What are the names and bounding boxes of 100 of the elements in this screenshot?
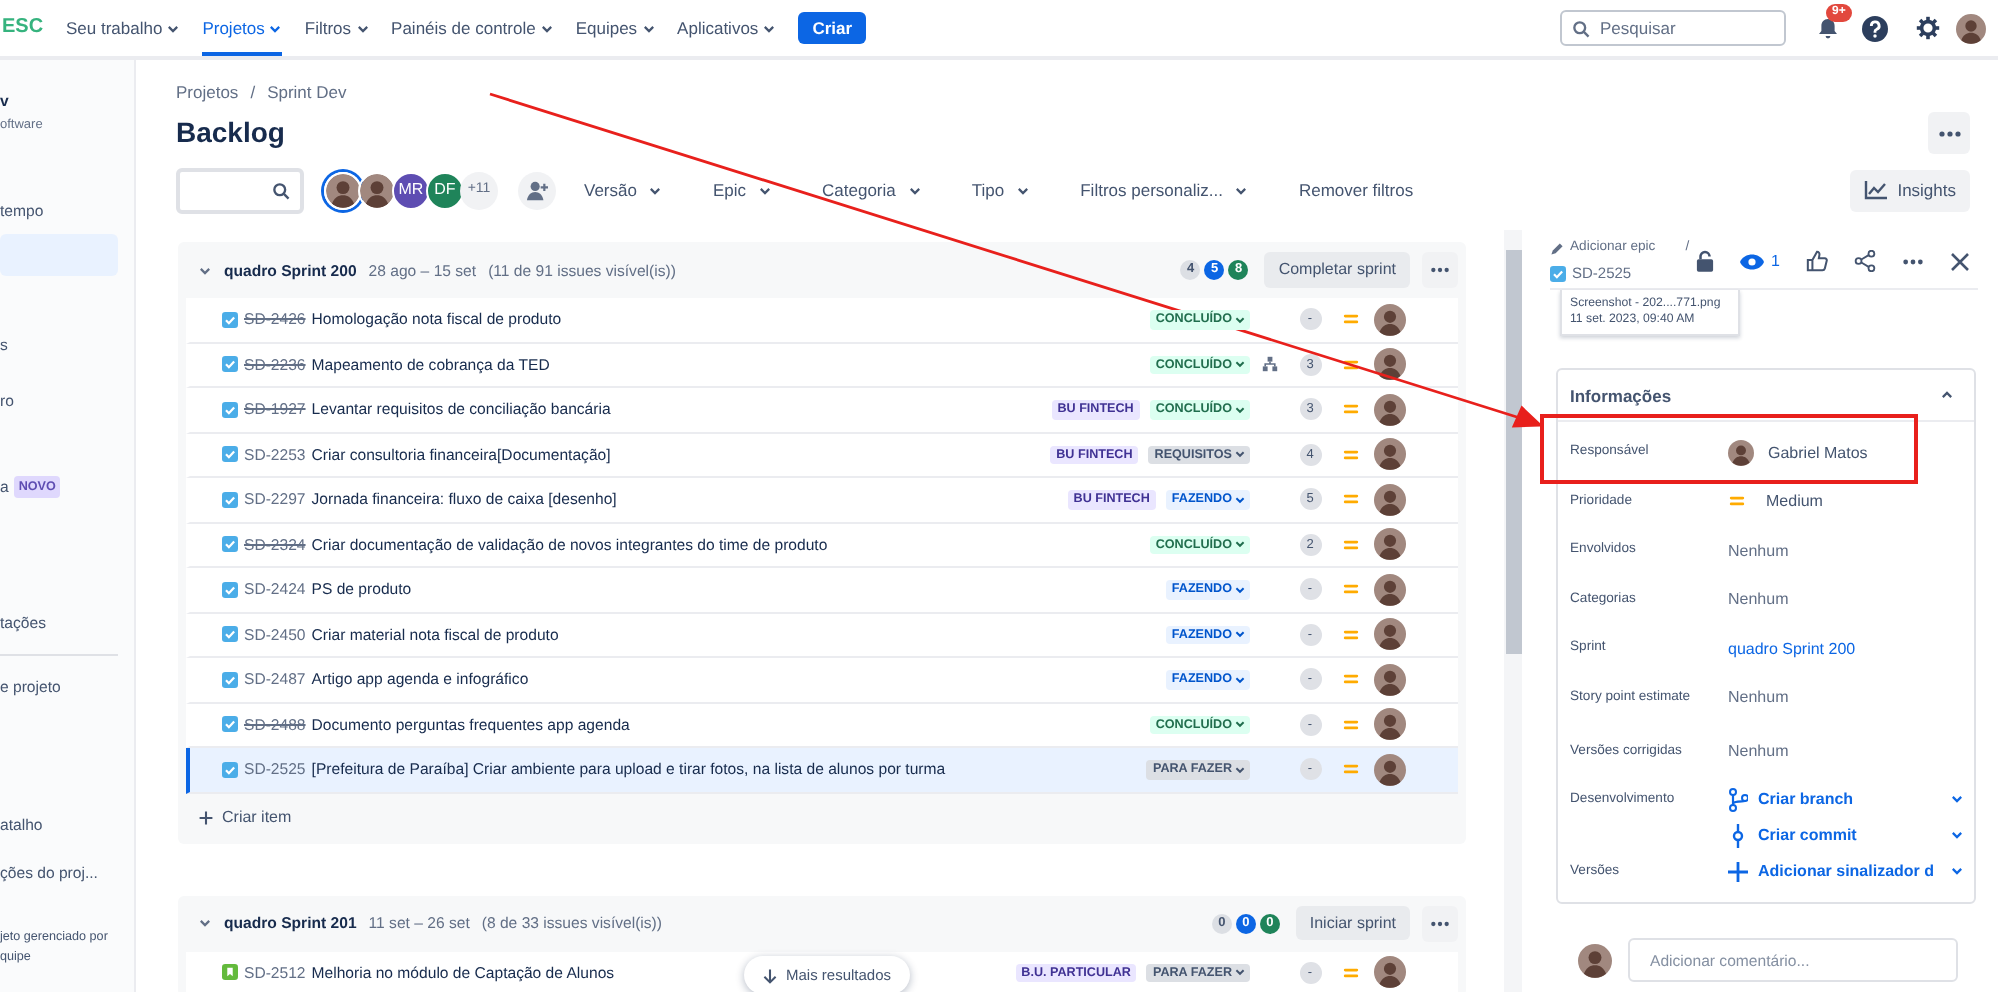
field-value[interactable]: Gabriel Matos [1768, 443, 1868, 463]
caret-icon [1234, 313, 1246, 326]
more-icon[interactable] [1902, 257, 1924, 266]
priority-icon [1341, 670, 1359, 689]
thumbs-up-icon[interactable] [1806, 250, 1828, 273]
collapse-icon[interactable] [198, 916, 212, 931]
priority-icon [1341, 963, 1359, 982]
nav-menu[interactable]: Seu trabalho [66, 0, 181, 56]
more-button[interactable] [1422, 252, 1458, 289]
user-avatar[interactable] [358, 171, 396, 210]
caret-icon [1234, 583, 1246, 596]
user-avatar [1374, 348, 1406, 381]
breadcrumb-link[interactable]: Sprint Dev [267, 82, 347, 103]
user-avatar [1374, 573, 1406, 606]
field-value[interactable]: Nenhum [1728, 688, 1789, 708]
chart-icon [1863, 180, 1888, 201]
help-icon[interactable] [1862, 15, 1888, 41]
field-value[interactable]: Medium [1766, 492, 1823, 512]
user-avatar[interactable]: DF [426, 171, 464, 210]
caret-icon [539, 21, 554, 35]
page-title: Backlog [176, 116, 285, 151]
priority-icon [1341, 625, 1359, 644]
scrollbar-thumb[interactable] [1505, 250, 1521, 655]
priority-icon [1728, 492, 1746, 511]
user-avatar [1374, 663, 1406, 696]
filter-dropdown[interactable]: Epic [712, 180, 773, 201]
priority-icon [1341, 400, 1359, 419]
caret-icon [641, 21, 656, 35]
caret-icon [1234, 966, 1246, 979]
user-avatar [1374, 393, 1406, 426]
caret-icon [1234, 538, 1246, 551]
caret-icon [762, 21, 777, 35]
caret-icon [907, 183, 922, 198]
settings-icon[interactable] [1916, 16, 1940, 40]
add-person-icon [526, 179, 548, 202]
sprint-link[interactable]: quadro Sprint 200 [1728, 639, 1856, 659]
action-link[interactable]: Criar branch [1728, 781, 1964, 818]
nav-menu[interactable]: Equipes [575, 0, 656, 56]
nav-menu[interactable]: Aplicativos [677, 0, 777, 56]
insights-button[interactable]: Insights [1849, 169, 1970, 212]
scrollbar[interactable] [1504, 230, 1522, 992]
user-avatar [1374, 618, 1406, 651]
caret-icon [1016, 183, 1031, 198]
watch-button[interactable]: 1 [1739, 251, 1780, 271]
clear-filters-button[interactable]: Remover filtros [1298, 180, 1414, 201]
search-icon [272, 181, 290, 200]
caret-icon [268, 21, 283, 35]
add-people-button[interactable] [518, 171, 556, 210]
priority-icon [1341, 760, 1359, 779]
action-link[interactable]: Criar commit [1728, 817, 1964, 854]
nav-menu[interactable]: Filtros [304, 0, 370, 56]
sprint-button[interactable]: Iniciar sprint [1295, 905, 1410, 941]
user-avatar[interactable] [324, 171, 362, 210]
collapse-icon[interactable] [1940, 388, 1954, 403]
caret-icon [1950, 828, 1964, 843]
filter-dropdown[interactable]: Filtros personaliz... [1080, 180, 1249, 201]
field-value[interactable]: Nenhum [1728, 541, 1789, 561]
sprint-button[interactable]: Completar sprint [1264, 252, 1410, 288]
more-icon [1937, 129, 1961, 138]
create-button[interactable]: Criar [798, 11, 867, 45]
plus-icon [1728, 859, 1748, 884]
caret-icon [1234, 493, 1246, 506]
caret-icon [1234, 448, 1246, 461]
notifications-button[interactable] [1816, 16, 1840, 40]
filter-dropdown[interactable]: Categoria [822, 180, 922, 201]
close-icon[interactable] [1950, 251, 1970, 272]
more-icon [1430, 266, 1450, 275]
action-link[interactable]: Adicionar sinalizador d [1728, 853, 1964, 890]
user-avatar [1374, 753, 1406, 786]
collapse-icon[interactable] [198, 263, 212, 278]
share-icon[interactable] [1854, 250, 1876, 273]
breadcrumb-separator: / [250, 82, 256, 103]
filter-dropdown[interactable]: Versão [584, 180, 663, 201]
caret-icon [1234, 403, 1246, 416]
user-avatar [1374, 528, 1406, 561]
nav-menu[interactable]: Projetos [202, 0, 283, 56]
user-avatar [1728, 439, 1754, 466]
filter-dropdown[interactable]: Tipo [971, 180, 1031, 201]
nav-menu[interactable]: Painéis de controle [391, 0, 554, 56]
lock-icon[interactable] [1695, 250, 1714, 273]
search-field[interactable]: Pesquisar [1560, 10, 1786, 46]
more-button[interactable] [1928, 112, 1970, 155]
caret-icon [166, 21, 181, 35]
more-button[interactable] [1422, 905, 1458, 942]
breadcrumb-link[interactable]: Projetos [176, 82, 239, 103]
create-item-button[interactable]: Criar item [186, 793, 304, 844]
caret-icon [1234, 673, 1246, 686]
user-avatar [1374, 708, 1406, 741]
branch-icon [1728, 787, 1748, 812]
priority-icon [1341, 580, 1359, 599]
caret-icon [648, 183, 663, 198]
field-value[interactable]: Nenhum [1728, 742, 1789, 762]
field-value[interactable]: Nenhum [1728, 590, 1789, 610]
user-avatar [1374, 303, 1406, 336]
search-field[interactable] [176, 167, 304, 214]
user-avatar [1374, 483, 1406, 516]
priority-icon [1341, 535, 1359, 554]
arrow-down-icon [762, 967, 778, 984]
priority-icon [1341, 445, 1359, 464]
user-avatar[interactable]: MR [392, 171, 430, 210]
